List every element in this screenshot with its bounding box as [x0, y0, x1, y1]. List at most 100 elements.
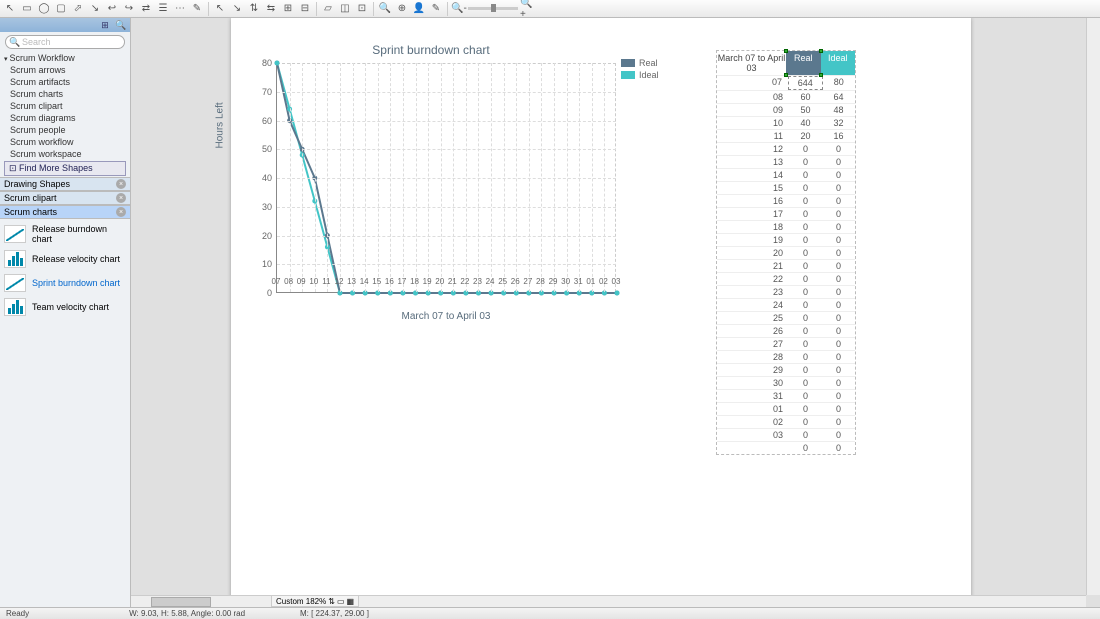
table-row[interactable]: 2900	[717, 363, 855, 376]
toolbar-button[interactable]: ⇅	[246, 1, 262, 16]
table-row[interactable]: 0100	[717, 402, 855, 415]
table-row[interactable]: 0200	[717, 415, 855, 428]
table-row[interactable]: 2800	[717, 350, 855, 363]
table-row[interactable]: 2300	[717, 285, 855, 298]
table-row[interactable]: 112016	[717, 129, 855, 142]
close-icon[interactable]: ×	[116, 179, 126, 189]
table-row[interactable]: 3100	[717, 389, 855, 402]
toolbar-button[interactable]: ↖	[2, 1, 18, 16]
toolbar-button[interactable]: ⋯	[172, 1, 188, 16]
table-row[interactable]: 1900	[717, 233, 855, 246]
zoom-control[interactable]: Custom 182% ⇅ ▭ ▦	[271, 595, 359, 607]
panel-grid-icon[interactable]: ⊞	[98, 19, 112, 31]
toolbar-button[interactable]: ✎	[428, 1, 444, 16]
table-row[interactable]: 095048	[717, 103, 855, 116]
toolbar-button[interactable]: ⊡	[354, 1, 370, 16]
tree-item[interactable]: Scrum clipart	[0, 100, 130, 112]
tree-item[interactable]: Scrum workspace	[0, 148, 130, 160]
table-row[interactable]: 1600	[717, 194, 855, 207]
burndown-chart[interactable]: Sprint burndown chart 01020304050607080 …	[246, 43, 616, 338]
table-row[interactable]: 1500	[717, 181, 855, 194]
table-row[interactable]: 1700	[717, 207, 855, 220]
zoom-fit-icon[interactable]: ▭	[337, 597, 345, 606]
y-axis-title: Hours Left	[215, 102, 226, 148]
toolbar-button[interactable]: 🔍+	[519, 1, 535, 16]
toolbar-button[interactable]: 👤	[411, 1, 427, 16]
toolbar-button[interactable]: ⇆	[263, 1, 279, 16]
tree-item[interactable]: Scrum people	[0, 124, 130, 136]
canvas-area[interactable]: Sprint burndown chart 01020304050607080 …	[131, 18, 1100, 607]
toolbar-button[interactable]: ↘	[229, 1, 245, 16]
tree-root[interactable]: Scrum Workflow	[0, 52, 130, 64]
toolbar-button[interactable]: ⬀	[70, 1, 86, 16]
shape-item[interactable]: Release burndown chart	[2, 221, 128, 247]
toolbar-button[interactable]: ⊞	[280, 1, 296, 16]
category-header[interactable]: Scrum charts×	[0, 205, 130, 219]
close-icon[interactable]: ×	[116, 193, 126, 203]
table-row[interactable]: 2100	[717, 259, 855, 272]
tree-item[interactable]: Scrum arrows	[0, 64, 130, 76]
table-row[interactable]: 1200	[717, 142, 855, 155]
col-real[interactable]: Real	[786, 51, 821, 75]
puzzle-icon: ⊡	[9, 163, 19, 173]
table-row[interactable]: 2500	[717, 311, 855, 324]
line-chart-icon	[4, 225, 26, 243]
toolbar-button[interactable]: ◫	[337, 1, 353, 16]
x-tick-label: 23	[473, 277, 482, 286]
table-row[interactable]: 2200	[717, 272, 855, 285]
shape-label: Release burndown chart	[32, 224, 126, 244]
table-row[interactable]: 2000	[717, 246, 855, 259]
tree-item[interactable]: Scrum artifacts	[0, 76, 130, 88]
legend-item: Ideal	[621, 70, 659, 80]
find-more-shapes[interactable]: ⊡ Find More Shapes	[4, 161, 126, 176]
table-row[interactable]: 1400	[717, 168, 855, 181]
toolbar-button[interactable]: 🔍	[377, 1, 393, 16]
shape-item[interactable]: Release velocity chart	[2, 247, 128, 271]
table-row[interactable]: 2700	[717, 337, 855, 350]
vertical-scrollbar[interactable]	[1086, 18, 1100, 595]
table-row[interactable]: 2400	[717, 298, 855, 311]
table-row[interactable]: 086064	[717, 90, 855, 103]
zoom-stepper-icon[interactable]: ⇅	[328, 597, 335, 606]
y-tick-label: 70	[262, 87, 272, 97]
table-row[interactable]: 104032	[717, 116, 855, 129]
y-tick-label: 40	[262, 173, 272, 183]
close-icon[interactable]: ×	[116, 207, 126, 217]
table-row[interactable]: 1300	[717, 155, 855, 168]
zoom-page-icon[interactable]: ▦	[347, 597, 355, 606]
drawing-canvas[interactable]: Sprint burndown chart 01020304050607080 …	[231, 18, 971, 607]
toolbar-button[interactable]: ⊕	[394, 1, 410, 16]
toolbar-button[interactable]: 🔍-	[451, 1, 467, 16]
table-row[interactable]: 2600	[717, 324, 855, 337]
table-row[interactable]: 0764480	[717, 75, 855, 90]
tree-item[interactable]: Scrum charts	[0, 88, 130, 100]
toolbar-button[interactable]: ✎	[189, 1, 205, 16]
scroll-thumb[interactable]	[151, 597, 211, 607]
panel-search-icon[interactable]: 🔍	[114, 19, 128, 31]
tree-item[interactable]: Scrum diagrams	[0, 112, 130, 124]
toolbar-button[interactable]: ⇄	[138, 1, 154, 16]
zoom-slider[interactable]	[468, 7, 518, 10]
toolbar-button[interactable]: ⊟	[297, 1, 313, 16]
toolbar-button[interactable]: ▭	[19, 1, 35, 16]
tree-item[interactable]: Scrum workflow	[0, 136, 130, 148]
table-row[interactable]: 3000	[717, 376, 855, 389]
category-header[interactable]: Scrum clipart×	[0, 191, 130, 205]
x-tick-label: 02	[599, 277, 608, 286]
toolbar-button[interactable]: ◯	[36, 1, 52, 16]
category-header[interactable]: Drawing Shapes×	[0, 177, 130, 191]
search-input[interactable]	[5, 35, 125, 49]
toolbar-button[interactable]: ▢	[53, 1, 69, 16]
toolbar-button[interactable]: ↩	[104, 1, 120, 16]
shape-item[interactable]: Team velocity chart	[2, 295, 128, 319]
toolbar-button[interactable]: ↪	[121, 1, 137, 16]
table-row[interactable]: 0300	[717, 428, 855, 441]
table-row[interactable]: 1800	[717, 220, 855, 233]
table-row[interactable]: 00	[717, 441, 855, 454]
toolbar-button[interactable]: ↘	[87, 1, 103, 16]
shape-item[interactable]: Sprint burndown chart	[2, 271, 128, 295]
toolbar-button[interactable]: ▱	[320, 1, 336, 16]
toolbar-button[interactable]: ☰	[155, 1, 171, 16]
toolbar-button[interactable]: ↖	[212, 1, 228, 16]
data-table[interactable]: March 07 to April 03 Real Ideal 07644800…	[716, 50, 856, 455]
